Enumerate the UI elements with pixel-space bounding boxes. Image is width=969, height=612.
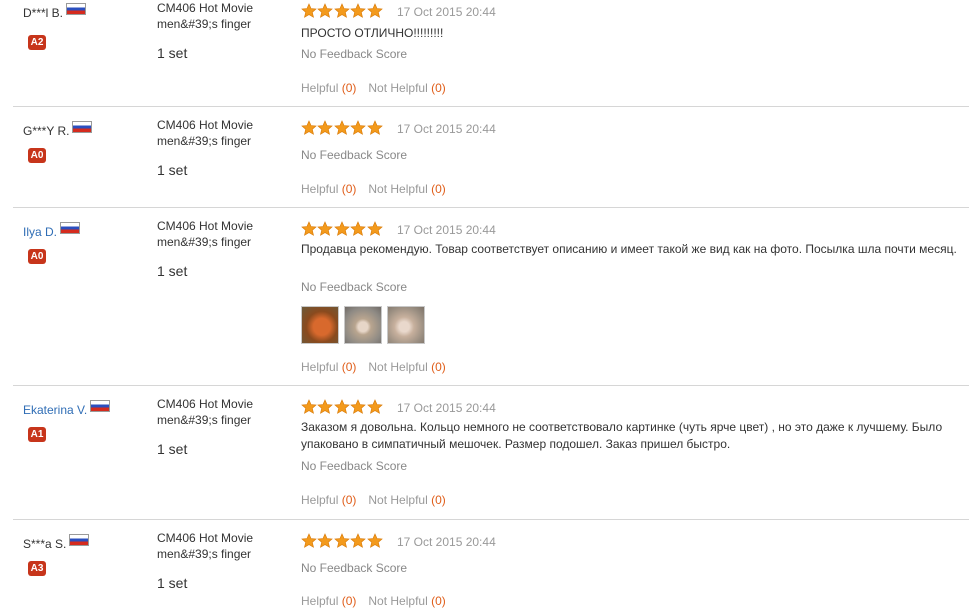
star-icon (366, 3, 383, 18)
star-icon (333, 399, 350, 414)
quantity: 1 set (157, 263, 188, 279)
star-icon (366, 533, 383, 548)
star-icon (350, 120, 366, 135)
product-name[interactable]: CM406 Hot Movie men&#39;s finger (157, 218, 287, 250)
not-helpful-button[interactable]: Not Helpful (0) (368, 594, 445, 608)
helpful-button[interactable]: Helpful (0) (301, 594, 356, 608)
helpful-button[interactable]: Helpful (0) (301, 182, 356, 196)
review-date: 17 Oct 2015 20:44 (397, 401, 496, 415)
not-helpful-button[interactable]: Not Helpful (0) (368, 493, 445, 507)
review-date: 17 Oct 2015 20:44 (397, 223, 496, 237)
review-photo[interactable] (344, 306, 382, 344)
helpful-votes: Helpful (0) Not Helpful (0) (301, 81, 446, 95)
quantity: 1 set (157, 162, 188, 178)
not-helpful-button[interactable]: Not Helpful (0) (368, 360, 445, 374)
not-helpful-button[interactable]: Not Helpful (0) (368, 81, 445, 95)
review-text: Заказом я довольна. Кольцо немного не со… (301, 420, 943, 451)
review-row: S***a S. A3 CM406 Hot Movie men&#39;s fi… (13, 520, 969, 612)
star-icon (301, 221, 317, 236)
star-rating (301, 221, 383, 238)
product-name[interactable]: CM406 Hot Movie men&#39;s finger (157, 0, 287, 32)
star-icon (366, 399, 383, 414)
star-icon (317, 3, 334, 18)
star-icon (301, 399, 317, 414)
star-rating (301, 399, 383, 416)
reviewer-info: Ilya D. A0 (23, 222, 153, 264)
review-date: 17 Oct 2015 20:44 (397, 535, 496, 549)
star-icon (317, 221, 334, 236)
feedback-score: No Feedback Score (301, 47, 408, 61)
star-rating (301, 120, 383, 137)
reviewer-name[interactable]: Ilya D. (23, 225, 57, 239)
reviewer-info: D***l B. A2 (23, 3, 153, 50)
reviewer-name: G***Y R. (23, 124, 70, 138)
review-date: 17 Oct 2015 20:44 (397, 5, 496, 19)
helpful-votes: Helpful (0) Not Helpful (0) (301, 182, 446, 196)
helpful-votes: Helpful (0) Not Helpful (0) (301, 493, 446, 507)
review-photo[interactable] (301, 306, 339, 344)
star-icon (350, 533, 366, 548)
russia-flag-icon (72, 121, 93, 133)
buyer-level-badge: A3 (28, 561, 46, 576)
review-text: ПРОСТО ОТЛИЧНО!!!!!!!!! (301, 26, 444, 40)
star-icon (301, 120, 317, 135)
star-icon (366, 120, 383, 135)
product-name[interactable]: CM406 Hot Movie men&#39;s finger (157, 117, 287, 149)
not-helpful-button[interactable]: Not Helpful (0) (368, 182, 445, 196)
buyer-level-badge: A2 (28, 35, 46, 50)
quantity: 1 set (157, 441, 188, 457)
star-icon (301, 533, 317, 548)
review-photo[interactable] (387, 306, 425, 344)
star-rating (301, 3, 383, 20)
helpful-button[interactable]: Helpful (0) (301, 493, 356, 507)
russia-flag-icon (69, 534, 90, 546)
helpful-button[interactable]: Helpful (0) (301, 81, 356, 95)
russia-flag-icon (60, 222, 81, 234)
russia-flag-icon (90, 400, 111, 412)
review-row: G***Y R. A0 CM406 Hot Movie men&#39;s fi… (13, 107, 969, 208)
review-row: Ekaterina V. A1 CM406 Hot Movie men&#39;… (13, 386, 969, 520)
star-icon (333, 120, 350, 135)
reviewer-name[interactable]: Ekaterina V. (23, 403, 87, 417)
star-icon (317, 533, 334, 548)
star-icon (333, 533, 350, 548)
star-icon (301, 3, 317, 18)
buyer-level-badge: A1 (28, 427, 46, 442)
star-rating (301, 533, 383, 550)
feedback-score: No Feedback Score (301, 148, 408, 162)
reviewer-info: Ekaterina V. A1 (23, 400, 153, 442)
review-row: D***l B. A2 CM406 Hot Movie men&#39;s fi… (13, 0, 969, 107)
product-name[interactable]: CM406 Hot Movie men&#39;s finger (157, 530, 287, 562)
feedback-score: No Feedback Score (301, 280, 408, 294)
review-photos (301, 306, 425, 344)
russia-flag-icon (66, 3, 87, 15)
star-icon (317, 399, 334, 414)
quantity: 1 set (157, 575, 188, 591)
quantity: 1 set (157, 45, 188, 61)
reviewer-info: S***a S. A3 (23, 534, 153, 576)
star-icon (350, 3, 366, 18)
buyer-level-badge: A0 (28, 148, 46, 163)
buyer-level-badge: A0 (28, 249, 46, 264)
star-icon (333, 221, 350, 236)
feedback-score: No Feedback Score (301, 561, 408, 575)
helpful-votes: Helpful (0) Not Helpful (0) (301, 360, 446, 374)
review-text: Продавца рекомендую. Товар соответствует… (301, 242, 957, 256)
star-icon (350, 399, 366, 414)
feedback-score: No Feedback Score (301, 459, 408, 473)
review-row: Ilya D. A0 CM406 Hot Movie men&#39;s fin… (13, 208, 969, 386)
star-icon (350, 221, 366, 236)
star-icon (366, 221, 383, 236)
helpful-votes: Helpful (0) Not Helpful (0) (301, 594, 446, 608)
star-icon (317, 120, 334, 135)
review-date: 17 Oct 2015 20:44 (397, 122, 496, 136)
reviewer-name: D***l B. (23, 6, 64, 20)
reviewer-name: S***a S. (23, 537, 67, 551)
star-icon (333, 3, 350, 18)
helpful-button[interactable]: Helpful (0) (301, 360, 356, 374)
reviewer-info: G***Y R. A0 (23, 121, 153, 163)
product-name[interactable]: CM406 Hot Movie men&#39;s finger (157, 396, 287, 428)
